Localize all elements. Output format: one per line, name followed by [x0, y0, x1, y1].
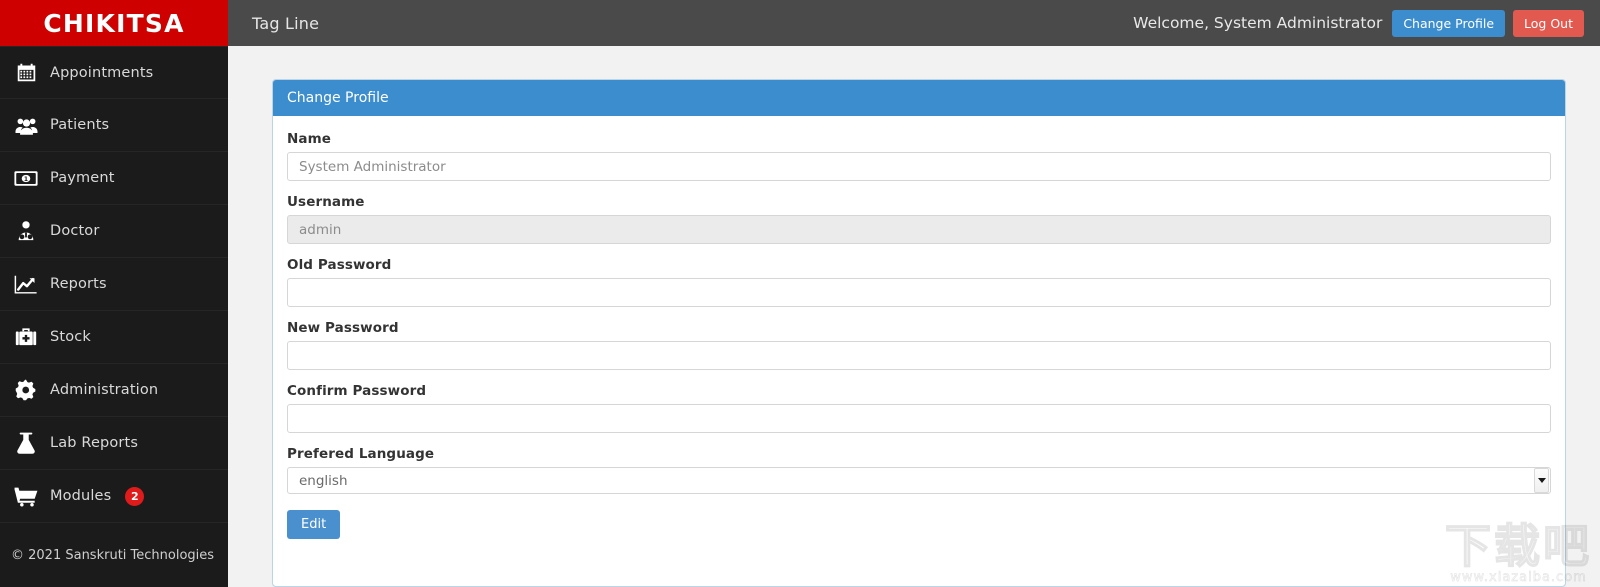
sidebar-item-label: Patients: [50, 117, 110, 133]
top-bar-right: Welcome, System Administrator Change Pro…: [1133, 9, 1592, 37]
flask-icon: [11, 431, 41, 455]
form-group-old-password: Old Password: [287, 257, 1551, 307]
welcome-message: Welcome, System Administrator: [1133, 14, 1383, 32]
top-bar: Tag Line Welcome, System Administrator C…: [228, 0, 1600, 46]
users-icon: [11, 113, 41, 137]
application-window: CHIKITSA Appointments Patients 1 Payment…: [0, 0, 1600, 587]
prefered-language-select[interactable]: english: [287, 467, 1551, 494]
sidebar-item-appointments[interactable]: Appointments: [0, 46, 228, 99]
change-profile-panel: Change Profile Name Username Old Passwor…: [272, 79, 1566, 587]
prefered-language-select-wrap: english: [287, 467, 1551, 494]
sidebar-nav: Appointments Patients 1 Payment Doctor R…: [0, 46, 228, 532]
name-input[interactable]: [287, 152, 1551, 181]
calendar-icon: [11, 61, 41, 85]
new-password-input[interactable]: [287, 341, 1551, 370]
modules-badge: 2: [125, 486, 145, 506]
prefered-language-label: Prefered Language: [287, 446, 435, 462]
sidebar-item-label: Payment: [50, 170, 115, 186]
gear-icon: [11, 378, 41, 402]
old-password-label: Old Password: [287, 257, 392, 273]
change-profile-button[interactable]: Change Profile: [1392, 9, 1506, 37]
sidebar-item-reports[interactable]: Reports: [0, 258, 228, 311]
form-group-username: Username: [287, 194, 1551, 244]
sidebar-item-label: Lab Reports: [50, 435, 139, 451]
medkit-icon: [11, 325, 41, 349]
brand-logo[interactable]: CHIKITSA: [0, 0, 228, 46]
main-area: Tag Line Welcome, System Administrator C…: [228, 0, 1600, 587]
old-password-input[interactable]: [287, 278, 1551, 307]
sidebar-copyright: © 2021 Sanskruti Technologies: [11, 548, 215, 563]
sidebar-item-label: Modules: [50, 488, 112, 504]
username-input: [287, 215, 1551, 244]
sidebar-item-stock[interactable]: Stock: [0, 311, 228, 364]
form-group-prefered-language: Prefered Language english: [287, 446, 1551, 494]
chart-line-icon: [11, 272, 41, 296]
edit-submit-button[interactable]: Edit: [287, 510, 341, 539]
change-profile-form: Name Username Old Password New Password: [273, 116, 1565, 586]
form-group-new-password: New Password: [287, 320, 1551, 370]
sidebar-item-label: Doctor: [50, 223, 100, 239]
new-password-label: New Password: [287, 320, 399, 336]
brand-name: CHIKITSA: [43, 8, 185, 38]
sidebar-item-label: Administration: [50, 382, 159, 398]
panel-title: Change Profile: [273, 80, 1565, 116]
sidebar-item-payment[interactable]: 1 Payment: [0, 152, 228, 205]
svg-text:1: 1: [24, 176, 28, 183]
sidebar-item-doctor[interactable]: Doctor: [0, 205, 228, 258]
sidebar-item-label: Stock: [50, 329, 91, 345]
content-area: Change Profile Name Username Old Passwor…: [228, 46, 1600, 587]
shopping-cart-icon: [11, 484, 41, 508]
tag-line: Tag Line: [252, 13, 320, 33]
doctor-icon: [11, 219, 41, 243]
sidebar-item-label: Reports: [50, 276, 107, 292]
sidebar-item-administration[interactable]: Administration: [0, 364, 228, 417]
form-group-confirm-password: Confirm Password: [287, 383, 1551, 433]
sidebar-item-patients[interactable]: Patients: [0, 99, 228, 152]
sidebar-item-modules[interactable]: Modules 2: [0, 470, 228, 523]
money-bill-icon: 1: [11, 166, 41, 190]
username-label: Username: [287, 194, 365, 210]
log-out-button[interactable]: Log Out: [1513, 9, 1584, 37]
name-label: Name: [287, 131, 332, 147]
sidebar-item-label: Appointments: [50, 64, 154, 81]
form-group-name: Name: [287, 131, 1551, 181]
confirm-password-label: Confirm Password: [287, 383, 427, 399]
confirm-password-input[interactable]: [287, 404, 1551, 433]
sidebar: CHIKITSA Appointments Patients 1 Payment…: [0, 0, 228, 587]
sidebar-item-lab-reports[interactable]: Lab Reports: [0, 417, 228, 470]
